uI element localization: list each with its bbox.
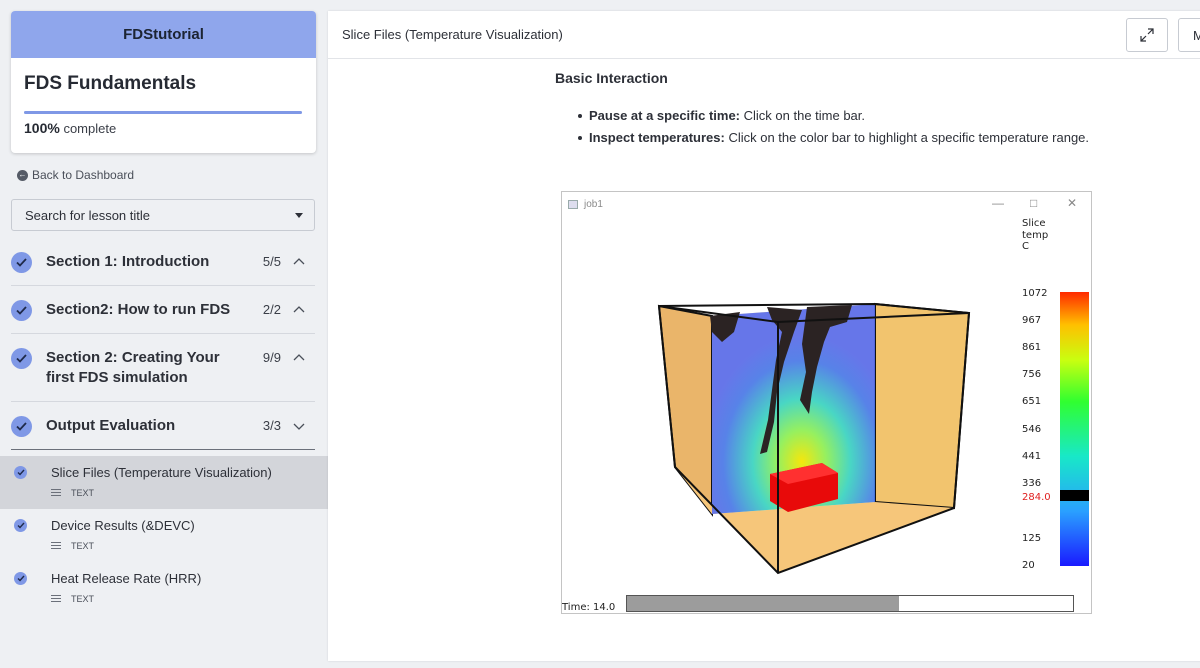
- expand-icon: [1140, 28, 1154, 42]
- search-placeholder: Search for lesson title: [25, 207, 151, 223]
- lesson-type: TEXT: [51, 541, 94, 551]
- check-circle-icon: [14, 466, 27, 479]
- time-bar-fill: [627, 596, 900, 611]
- slice-render: [657, 292, 1089, 575]
- colorbar-tick: 125: [1022, 533, 1042, 544]
- check-circle-icon: [14, 572, 27, 585]
- colorbar-tick: 336: [1022, 478, 1042, 489]
- colorbar-tick: 546: [1022, 424, 1042, 435]
- progress-percent: 100%: [24, 120, 60, 136]
- lesson-type-label: TEXT: [71, 541, 95, 551]
- course-card: FDStutorial FDS Fundamentals 100% comple…: [11, 11, 316, 153]
- lesson-title: Slice Files (Temperature Visualization): [51, 465, 272, 480]
- back-link-label: Back to Dashboard: [32, 168, 135, 182]
- instruction-item: Pause at a specific time: Click on the t…: [577, 108, 1089, 123]
- section-output-evaluation[interactable]: Output Evaluation 3/3: [11, 402, 315, 450]
- text-lines-icon: [51, 541, 61, 551]
- lesson-header-title: Slice Files (Temperature Visualization): [342, 27, 563, 42]
- colorbar-highlight-value: 284.0: [1022, 492, 1051, 503]
- expand-button[interactable]: [1126, 18, 1168, 52]
- section-creating-first-simulation[interactable]: Section 2: Creating Your first FDS simul…: [11, 334, 315, 402]
- instruction-list: Pause at a specific time: Click on the t…: [577, 108, 1090, 152]
- lesson-item-heat-release-rate[interactable]: Heat Release Rate (HRR) TEXT: [0, 562, 328, 615]
- section-how-to-run-fds[interactable]: Section2: How to run FDS 2/2: [11, 286, 315, 334]
- colorbar[interactable]: [1060, 292, 1089, 566]
- sidebar: FDStutorial FDS Fundamentals 100% comple…: [0, 0, 328, 668]
- lesson-title: Device Results (&DEVC): [51, 518, 195, 533]
- progress-suffix: complete: [63, 121, 117, 136]
- chevron-up-icon[interactable]: [292, 353, 306, 363]
- instruction-item: Inspect temperatures: Click on the color…: [577, 130, 1090, 145]
- lesson-header: Slice Files (Temperature Visualization) …: [328, 11, 1200, 59]
- back-to-dashboard-link[interactable]: ← Back to Dashboard: [17, 168, 134, 182]
- colorbar-tick: 967: [1022, 315, 1042, 326]
- lesson-type: TEXT: [51, 594, 94, 604]
- section-count: 2/2: [262, 302, 281, 317]
- section-count: 9/9: [262, 350, 281, 365]
- menu-button[interactable]: M: [1178, 18, 1200, 52]
- arrow-left-circle-icon: ←: [17, 169, 28, 181]
- progress-text: 100% complete: [11, 114, 316, 136]
- colorbar-tick: 861: [1022, 342, 1042, 353]
- course-title: FDS Fundamentals: [24, 73, 197, 94]
- colorbar-tick: 1072: [1022, 288, 1048, 299]
- text-lines-icon: [51, 488, 61, 498]
- chevron-up-icon[interactable]: [292, 305, 306, 315]
- caret-down-icon: [295, 213, 303, 218]
- check-circle-icon: [11, 300, 32, 321]
- section-introduction[interactable]: Section 1: Introduction 5/5: [11, 238, 315, 286]
- lesson-title: Heat Release Rate (HRR): [51, 571, 202, 586]
- section-count: 3/3: [262, 418, 281, 433]
- chevron-down-icon[interactable]: [292, 421, 306, 431]
- smokeview-screenshot: job1 — □ ✕ Slice temp C 1072 967 861 756…: [561, 191, 1092, 614]
- lesson-type-label: TEXT: [71, 594, 95, 604]
- lesson-search-select[interactable]: Search for lesson title: [11, 199, 315, 231]
- lesson-item-device-results[interactable]: Device Results (&DEVC) TEXT: [0, 509, 328, 562]
- colorbar-highlight-band: [1060, 490, 1089, 501]
- lesson-item-slice-files[interactable]: Slice Files (Temperature Visualization) …: [0, 456, 328, 509]
- check-circle-icon: [11, 252, 32, 273]
- colorbar-tick: 20: [1022, 560, 1035, 571]
- colorbar-tick: 651: [1022, 396, 1042, 407]
- colorbar-tick: 756: [1022, 369, 1042, 380]
- section-title: Section 2: Creating Your first FDS simul…: [46, 349, 220, 386]
- time-label: Time: 14.0: [562, 602, 616, 613]
- brand-logo[interactable]: FDStutorial: [11, 11, 316, 58]
- chevron-up-icon[interactable]: [292, 257, 306, 267]
- section-title: Section 1: Introduction: [46, 253, 210, 270]
- lesson-type-label: TEXT: [71, 488, 95, 498]
- text-lines-icon: [51, 594, 61, 604]
- section-count: 5/5: [262, 254, 281, 269]
- section-title: Section2: How to run FDS: [46, 301, 231, 318]
- time-bar[interactable]: [626, 595, 1074, 612]
- check-circle-icon: [11, 416, 32, 437]
- check-circle-icon: [14, 519, 27, 532]
- lesson-type: TEXT: [51, 488, 94, 498]
- colorbar-tick: 441: [1022, 451, 1042, 462]
- content-heading: Basic Interaction: [555, 70, 668, 86]
- check-circle-icon: [11, 348, 32, 369]
- main-content: Slice Files (Temperature Visualization) …: [328, 11, 1200, 661]
- section-title: Output Evaluation: [46, 417, 176, 434]
